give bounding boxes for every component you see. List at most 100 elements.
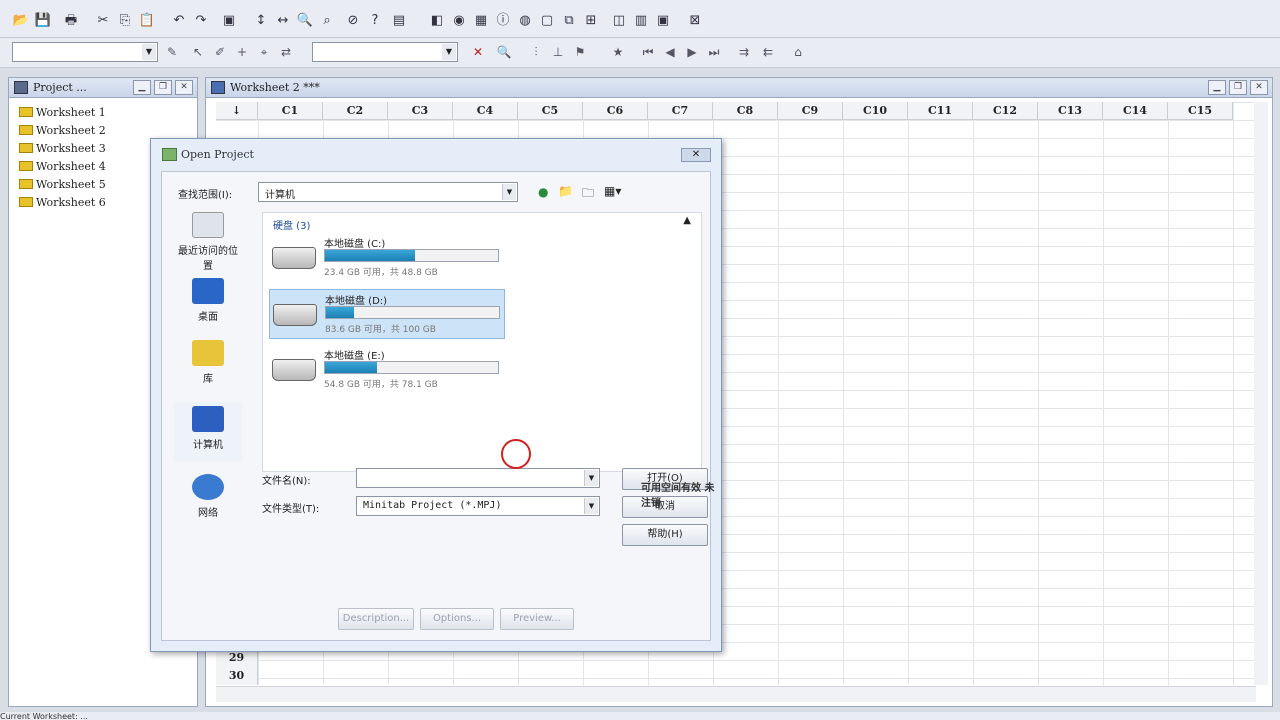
pen-icon[interactable]: ✐ <box>212 44 228 60</box>
column-header[interactable]: C3 <box>388 102 453 120</box>
file-list[interactable]: 硬盘 (3) ▲ 本地磁盘 (C:) 23.4 GB 可用，共 48.8 GB … <box>262 212 702 472</box>
horizontal-scrollbar[interactable] <box>216 686 1256 702</box>
column-header[interactable]: C7 <box>648 102 713 120</box>
cancel-icon[interactable]: ⊘ <box>344 12 362 30</box>
column-header[interactable]: C12 <box>973 102 1038 120</box>
annotate-icon[interactable]: ⊥ <box>550 44 566 60</box>
filetype-select[interactable]: Minitab Project (*.MPJ) ▼ <box>356 496 600 516</box>
report-pad-icon[interactable]: ▢ <box>538 12 556 30</box>
toolbar-combo-2[interactable]: ▼ <box>312 42 458 62</box>
tree-item-worksheet-1[interactable]: Worksheet 1 <box>19 104 106 122</box>
insert-column-icon[interactable]: ↔ <box>274 12 292 30</box>
column-header[interactable]: C1 <box>258 102 323 120</box>
pointer-icon[interactable]: ↖ <box>190 44 206 60</box>
place-computer[interactable]: 计算机 <box>174 402 242 462</box>
graph-icon[interactable]: ▦ <box>472 12 490 30</box>
project-manager-icon[interactable]: ⧉ <box>560 12 578 30</box>
home-icon[interactable]: ⌂ <box>790 44 806 60</box>
stat-guide-icon[interactable]: ▤ <box>390 12 408 30</box>
previous-icon[interactable]: ◀ <box>662 44 678 60</box>
column-header[interactable]: C13 <box>1038 102 1103 120</box>
column-header[interactable]: C10 <box>843 102 908 120</box>
restore-icon[interactable]: ❐ <box>154 80 172 95</box>
column-header[interactable]: C11 <box>908 102 973 120</box>
related-docs-icon[interactable]: ⊞ <box>582 12 600 30</box>
select-icon[interactable]: ⌖ <box>256 44 272 60</box>
flag-icon[interactable]: ⚑ <box>572 44 588 60</box>
drive-item-c[interactable]: 本地磁盘 (C:) 23.4 GB 可用，共 48.8 GB <box>269 233 505 283</box>
save-icon[interactable]: 💾 <box>34 12 52 30</box>
collapse-icon[interactable]: ⇇ <box>760 44 776 60</box>
swap-icon[interactable]: ⇄ <box>278 44 294 60</box>
place-desktop[interactable]: 桌面 <box>174 278 242 338</box>
chevron-down-icon[interactable]: ▼ <box>584 470 598 486</box>
print-icon[interactable]: 🖶 <box>62 12 80 30</box>
toolbar-combo-1[interactable]: ▼ <box>12 42 158 62</box>
column-header[interactable]: C4 <box>453 102 518 120</box>
open-project-icon[interactable]: 📂 <box>12 12 30 30</box>
session-window-icon[interactable]: ◧ <box>428 12 446 30</box>
place-library[interactable]: 库 <box>174 340 242 400</box>
chevron-down-icon[interactable]: ▼ <box>502 184 516 200</box>
help-icon[interactable]: ? <box>366 12 384 30</box>
copy-icon[interactable]: ⎘ <box>116 12 134 30</box>
up-folder-icon[interactable]: 📁 <box>558 184 573 198</box>
tree-item-worksheet-2[interactable]: Worksheet 2 <box>19 122 106 140</box>
close-icon[interactable]: ✕ <box>1250 80 1268 95</box>
close-graphs-icon[interactable]: ◫ <box>610 12 628 30</box>
maximize-icon[interactable]: ❐ <box>1229 80 1247 95</box>
collapse-icon[interactable]: ▲ <box>683 215 691 226</box>
drive-item-e[interactable]: 本地磁盘 (E:) 54.8 GB 可用，共 78.1 GB <box>269 345 505 395</box>
edit-last-dialog-icon[interactable]: ▣ <box>220 12 238 30</box>
close-icon[interactable]: ✕ <box>681 148 711 162</box>
column-header[interactable]: C14 <box>1103 102 1168 120</box>
lookin-select[interactable]: 计算机 ▼ <box>258 182 518 202</box>
view-menu-icon[interactable]: ▦▾ <box>604 184 621 198</box>
close-icon[interactable]: ✕ <box>175 80 193 95</box>
undo-icon[interactable]: ↶ <box>170 12 188 30</box>
next-icon[interactable]: ▶ <box>684 44 700 60</box>
column-header[interactable]: C9 <box>778 102 843 120</box>
expand-icon[interactable]: ⇉ <box>736 44 752 60</box>
layout-icon[interactable]: ▣ <box>654 12 672 30</box>
cut-icon[interactable]: ✂ <box>94 12 112 30</box>
chevron-down-icon[interactable]: ▼ <box>442 44 456 60</box>
back-icon[interactable]: ● <box>538 185 548 199</box>
column-header[interactable]: C8 <box>713 102 778 120</box>
place-network[interactable]: 网络 <box>174 474 242 534</box>
preview-button[interactable]: Preview... <box>500 608 574 630</box>
close-icon[interactable]: ✕ <box>470 44 486 60</box>
column-header[interactable]: C2 <box>323 102 388 120</box>
vertical-scrollbar[interactable] <box>1254 102 1268 685</box>
drive-item-d[interactable]: 本地磁盘 (D:) 83.6 GB 可用，共 100 GB <box>269 289 505 339</box>
insert-rows-icon[interactable]: ↕ <box>252 12 270 30</box>
tree-item-worksheet-4[interactable]: Worksheet 4 <box>19 158 106 176</box>
chevron-down-icon[interactable]: ▼ <box>142 44 156 60</box>
brush-icon[interactable]: ✎ <box>164 44 180 60</box>
chevron-down-icon[interactable]: ▼ <box>584 498 598 514</box>
brush-mode-icon[interactable]: ⫶ <box>528 44 544 60</box>
help-button[interactable]: 帮助(H) <box>622 524 708 546</box>
crosshair-icon[interactable]: + <box>234 44 250 60</box>
history-icon[interactable]: ◍ <box>516 12 534 30</box>
new-folder-icon[interactable]: 🗀 <box>582 184 594 205</box>
row-header[interactable]: 30 <box>216 667 258 685</box>
graph-folder-icon[interactable]: ▥ <box>632 12 650 30</box>
column-header[interactable]: C15 <box>1168 102 1233 120</box>
find-next-icon[interactable]: ⌕ <box>318 12 336 30</box>
tree-item-worksheet-6[interactable]: Worksheet 6 <box>19 194 106 212</box>
zoom-icon[interactable]: 🔍 <box>496 44 512 60</box>
minimize-icon[interactable]: ▁ <box>1208 80 1226 95</box>
paste-icon[interactable]: 📋 <box>138 12 156 30</box>
worksheet-icon[interactable]: ◉ <box>450 12 468 30</box>
place-recent[interactable]: 最近访问的位置 <box>174 212 242 272</box>
last-icon[interactable]: ⏭ <box>706 44 722 60</box>
find-icon[interactable]: 🔍 <box>296 12 314 30</box>
column-header[interactable]: C6 <box>583 102 648 120</box>
redo-icon[interactable]: ↷ <box>192 12 210 30</box>
tree-item-worksheet-3[interactable]: Worksheet 3 <box>19 140 106 158</box>
options-button[interactable]: Options... <box>420 608 494 630</box>
tree-item-worksheet-5[interactable]: Worksheet 5 <box>19 176 106 194</box>
minimize-icon[interactable]: ▁ <box>133 80 151 95</box>
filename-input[interactable]: ▼ <box>356 468 600 488</box>
